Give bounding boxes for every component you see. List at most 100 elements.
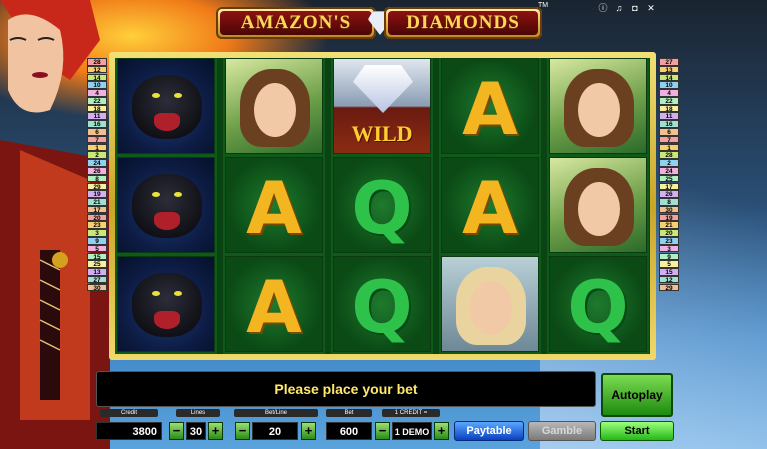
payline-number: 6 (659, 128, 679, 136)
reel-4: AA (439, 58, 541, 354)
symbol-girl (549, 157, 647, 253)
payline-number: 30 (87, 283, 107, 292)
payline-number: 19 (87, 190, 107, 198)
symbol-letter: Q (351, 265, 413, 349)
payline-number: 28 (87, 58, 107, 66)
trademark: TM (538, 2, 549, 9)
payline-number: 11 (659, 112, 679, 120)
payline-number: 20 (87, 213, 107, 222)
payline-number: 18 (659, 104, 679, 113)
panther-eye (152, 93, 160, 98)
logo-plate-right: DIAMONDS (384, 7, 542, 39)
info-icon[interactable]: ⓘ (598, 3, 608, 13)
denom-value: 1 DEMO (392, 422, 432, 440)
payline-number: 26 (87, 166, 107, 175)
bet-line-value: 20 (252, 422, 298, 440)
start-button[interactable]: Start (600, 421, 674, 441)
payline-number: 5 (87, 244, 107, 253)
symbol-a: A (441, 58, 539, 154)
symbol-q: Q (333, 256, 431, 352)
credit-value: 3800 (96, 422, 162, 440)
gamble-button[interactable]: Gamble (528, 421, 596, 441)
payline-number: 14 (659, 73, 679, 82)
symbol-a: A (225, 256, 323, 352)
payline-number: 5 (659, 260, 679, 268)
denom-label: 1 CREDIT = (382, 409, 440, 417)
lines-label: Lines (176, 409, 220, 417)
payline-number: 24 (87, 159, 107, 167)
payline-number: 23 (87, 221, 107, 229)
payline-number: 17 (87, 205, 107, 214)
reel-frame: A A WILD Q Q A A Q (109, 52, 656, 360)
sound-icon[interactable]: ♫ (614, 3, 624, 13)
symbol-blondie (441, 256, 539, 352)
wild-label: WILD (351, 121, 413, 146)
denom-plus-button[interactable]: + (434, 422, 449, 440)
message-bar: Please place your bet (96, 371, 596, 407)
symbol-girl (549, 58, 647, 154)
payline-number: 30 (659, 205, 679, 214)
panther-eye (174, 192, 182, 197)
lines-plus-button[interactable]: + (208, 422, 223, 440)
denom-minus-button[interactable]: − (375, 422, 390, 440)
paytable-button[interactable]: Paytable (454, 421, 524, 441)
payline-number: 12 (659, 275, 679, 284)
logo-title-left: AMAZON'S (220, 11, 372, 35)
reels: A A WILD Q Q A A Q (115, 58, 650, 354)
payline-number: 13 (87, 268, 107, 276)
bet-line-plus-button[interactable]: + (301, 422, 316, 440)
bet-line-minus-button[interactable]: − (235, 422, 250, 440)
payline-number: 4 (659, 89, 679, 97)
symbol-panther (117, 157, 215, 253)
lines-minus-button[interactable]: − (169, 422, 184, 440)
payline-number: 2 (87, 151, 107, 159)
symbol-letter: A (246, 265, 302, 349)
symbol-letter: Q (567, 265, 629, 349)
payline-number: 4 (87, 89, 107, 97)
payline-number: 7 (659, 135, 679, 144)
game-logo: AMAZON'S DIAMONDS (216, 3, 544, 45)
payline-number: 27 (659, 58, 679, 66)
fullscreen-icon[interactable]: ◘ (630, 3, 640, 13)
payline-number: 10 (87, 81, 107, 89)
payline-number: 13 (659, 65, 679, 74)
payline-number: 1 (87, 143, 107, 152)
payline-number: 27 (87, 275, 107, 284)
symbol-letter: A (462, 166, 518, 250)
payline-number: 8 (659, 198, 679, 206)
logo-title-right: DIAMONDS (388, 11, 538, 35)
payline-number: 25 (87, 260, 107, 268)
lines-value: 30 (186, 422, 206, 440)
payline-number: 17 (659, 182, 679, 191)
payline-number: 15 (659, 268, 679, 276)
reel-2: AA (223, 58, 325, 354)
panther-mouth (154, 113, 180, 131)
payline-number: 3 (87, 229, 107, 237)
payline-number: 16 (659, 120, 679, 128)
symbol-letter: A (246, 166, 302, 250)
payline-number: 2 (659, 159, 679, 167)
payline-number: 29 (87, 182, 107, 191)
close-icon[interactable]: ✕ (646, 3, 656, 13)
payline-number: 9 (659, 252, 679, 261)
logo-plate-left: AMAZON'S (216, 7, 376, 39)
payline-number: 28 (659, 151, 679, 159)
symbol-a: A (441, 157, 539, 253)
diamond-icon (353, 65, 413, 113)
face-icon (578, 83, 620, 137)
payline-number: 3 (659, 244, 679, 253)
bet-value: 600 (326, 422, 372, 440)
symbol-letter: Q (351, 166, 413, 250)
reel-5: Q (547, 58, 649, 354)
symbol-q: Q (549, 256, 647, 352)
panther-eye (174, 291, 182, 296)
payline-number: 21 (659, 221, 679, 229)
panther-eye (152, 291, 160, 296)
autoplay-button[interactable]: Autoplay (601, 373, 673, 417)
face-icon (254, 83, 296, 137)
face-icon (470, 281, 512, 335)
reel-3: WILD Q Q (331, 58, 433, 354)
panther-mouth (154, 212, 180, 230)
symbol-a: A (225, 157, 323, 253)
bet-label: Bet (326, 409, 372, 417)
